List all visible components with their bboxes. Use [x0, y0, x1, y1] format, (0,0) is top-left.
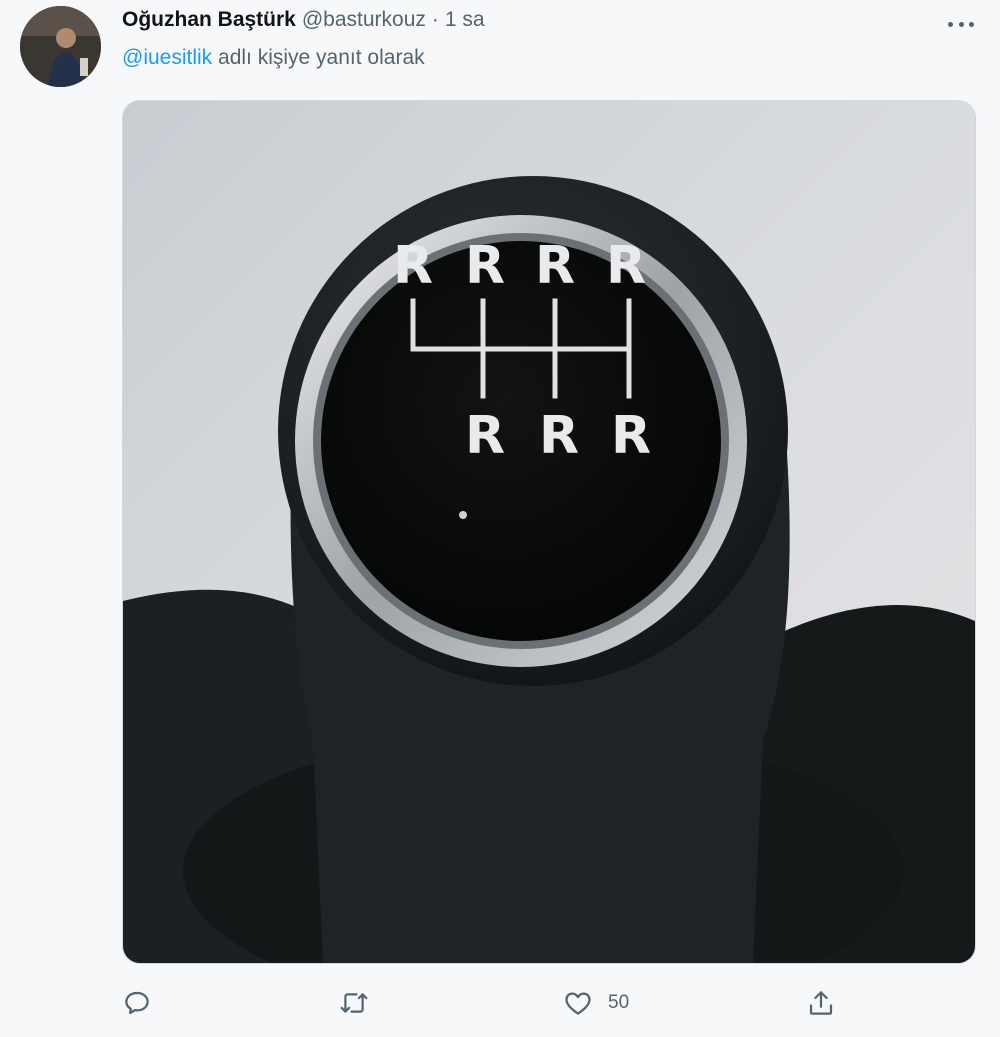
more-options-icon[interactable] — [948, 14, 974, 34]
gear-label: R — [611, 406, 651, 466]
share-icon — [809, 991, 833, 1015]
reply-context-text: adlı kişiye yanıt olarak — [212, 46, 425, 69]
reply-button[interactable] — [122, 985, 152, 1021]
tweet-timestamp[interactable]: 1 sa — [445, 8, 485, 32]
heart-icon — [565, 992, 591, 1015]
like-button[interactable]: 50 — [562, 985, 629, 1021]
tweet-media-image[interactable]: R R R R R R R — [122, 100, 976, 964]
gear-label: R — [465, 236, 505, 296]
reply-mention-link[interactable]: @iuesitlik — [122, 46, 212, 69]
author-name[interactable]: Oğuzhan Baştürk — [122, 8, 296, 32]
comment-icon — [125, 991, 149, 1015]
share-button[interactable] — [806, 985, 836, 1021]
author-avatar[interactable] — [20, 6, 101, 87]
like-count: 50 — [608, 992, 630, 1013]
retweet-icon — [340, 993, 368, 1013]
gear-label: R — [606, 236, 646, 296]
gear-label: R — [465, 406, 505, 466]
retweet-button[interactable] — [338, 985, 370, 1021]
tweet-header: Oğuzhan Baştürk @basturkouz · 1 sa — [122, 8, 485, 38]
gear-label: R — [539, 406, 579, 466]
gear-label: R — [535, 236, 575, 296]
author-handle[interactable]: @basturkouz — [302, 8, 426, 32]
tweet-actions: 50 — [122, 985, 882, 1021]
separator-dot: · — [431, 8, 439, 31]
reply-context: @iuesitlik adlı kişiye yanıt olarak — [122, 46, 425, 70]
gear-label: R — [393, 236, 433, 296]
